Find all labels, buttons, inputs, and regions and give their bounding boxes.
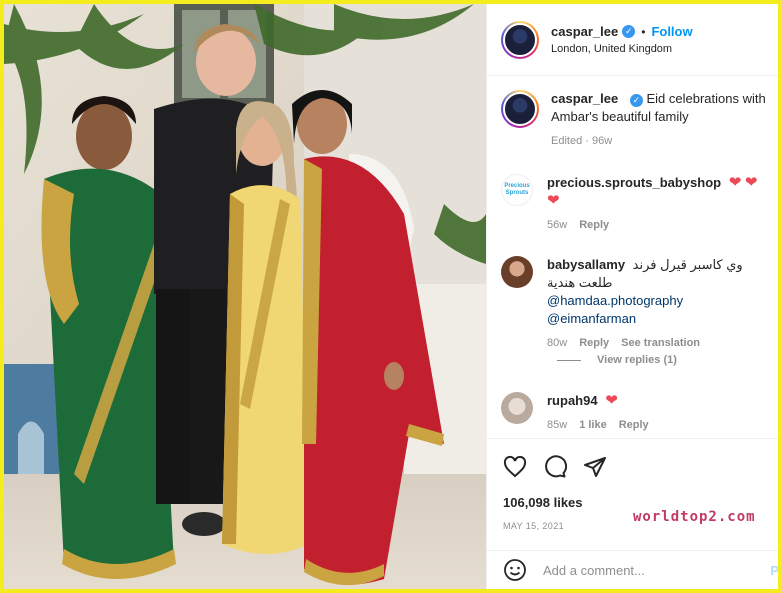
caption-username[interactable]: caspar_lee xyxy=(551,91,618,106)
list-item: Precious Sprouts precious.sprouts_babysh… xyxy=(501,174,773,234)
view-replies-button[interactable]: View replies (1) xyxy=(557,354,677,366)
emoji-icon[interactable] xyxy=(503,558,527,582)
screenshot-frame: caspar_lee ✓ • Follow London, United Kin… xyxy=(0,0,782,593)
post-header: caspar_lee ✓ • Follow London, United Kin… xyxy=(487,4,778,76)
caption-comment: caspar_lee ✓ Eid celebrations with Ambar… xyxy=(501,90,773,150)
commenter-username[interactable]: babysallamy xyxy=(547,257,625,272)
likes-count[interactable]: 106,098 likes xyxy=(503,495,583,510)
comment-likes[interactable]: 1 like xyxy=(579,416,607,434)
heart-icon[interactable] xyxy=(503,455,527,479)
commenter-avatar[interactable]: Precious Sprouts xyxy=(501,174,533,206)
comment-icon[interactable] xyxy=(543,455,568,479)
heart-emoji: ❤ xyxy=(547,192,560,209)
comment-age[interactable]: 80w xyxy=(547,334,567,352)
post-button[interactable]: P xyxy=(770,563,778,578)
share-icon[interactable] xyxy=(583,455,607,479)
commenter-avatar[interactable] xyxy=(501,392,533,424)
watermark-text: worldtop2.com xyxy=(633,509,756,525)
reply-button[interactable]: Reply xyxy=(579,216,609,234)
view-replies-label: View replies (1) xyxy=(597,354,677,366)
heart-emoji: ❤ xyxy=(744,174,758,191)
separator-dot: • xyxy=(641,24,646,39)
avatar-logo-text: Precious Sprouts xyxy=(504,183,530,196)
reply-button[interactable]: Reply xyxy=(579,334,609,352)
post-actions: 106,098 likes MAY 15, 2021 worldtop2.com xyxy=(487,438,778,548)
add-comment-bar: Add a comment... P xyxy=(487,550,778,589)
heart-emoji: ❤ xyxy=(605,392,618,409)
list-item: rupah94 ❤ 85w 1 like Reply xyxy=(501,392,773,434)
verified-badge-icon: ✓ xyxy=(622,25,636,38)
comment-age[interactable]: 56w xyxy=(547,216,567,234)
post-side-panel: caspar_lee ✓ • Follow London, United Kin… xyxy=(486,4,778,589)
comment-age[interactable]: 85w xyxy=(547,416,567,434)
photo-illustration xyxy=(4,4,486,589)
comments-list[interactable]: caspar_lee ✓ Eid celebrations with Ambar… xyxy=(487,76,778,436)
caption-avatar[interactable] xyxy=(501,90,539,128)
caption-age[interactable]: 96w xyxy=(592,135,612,147)
heart-emoji: ❤ xyxy=(728,174,742,191)
author-avatar[interactable] xyxy=(501,20,539,59)
replies-divider xyxy=(557,359,581,361)
post-photo[interactable] xyxy=(4,4,486,589)
list-item: babysallamy وي كاسبر قيرل فرند طلعت هندي… xyxy=(501,256,773,352)
edited-label: Edited xyxy=(551,135,583,147)
mention-link[interactable]: @eimanfarman xyxy=(547,311,636,326)
verified-badge-icon: ✓ xyxy=(629,94,643,107)
author-username[interactable]: caspar_lee xyxy=(551,24,618,39)
mention-link[interactable]: @hamdaa.photography xyxy=(547,293,683,308)
commenter-username[interactable]: rupah94 xyxy=(547,393,598,408)
comment-input[interactable]: Add a comment... xyxy=(543,563,770,578)
follow-button[interactable]: Follow xyxy=(651,24,692,39)
post-date[interactable]: MAY 15, 2021 xyxy=(503,521,564,531)
see-translation-button[interactable]: See translation xyxy=(621,334,700,352)
reply-button[interactable]: Reply xyxy=(619,416,649,434)
commenter-avatar[interactable] xyxy=(501,256,533,288)
commenter-username[interactable]: precious.sprouts_babyshop xyxy=(547,175,721,190)
location-link[interactable]: London, United Kingdom xyxy=(551,43,693,55)
